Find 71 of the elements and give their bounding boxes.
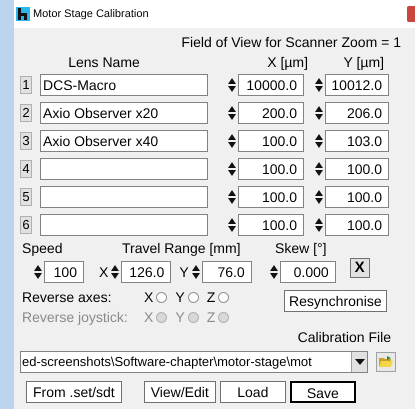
action-button[interactable]: From .set/sdt	[26, 381, 122, 403]
spinner-icon[interactable]	[315, 217, 323, 233]
radio-label: Z	[206, 308, 216, 326]
folder-icon	[379, 356, 393, 368]
radio-button[interactable]	[156, 292, 168, 302]
lens-name-field[interactable]: Axio Observer x20	[40, 102, 208, 124]
radio-label: Y	[175, 308, 185, 326]
lens-name-field[interactable]	[40, 214, 208, 236]
spinner-icon[interactable]	[228, 77, 236, 93]
row-number-button[interactable]: 4	[20, 160, 32, 178]
action-button[interactable]: Load	[220, 381, 286, 403]
radio-button[interactable]	[188, 292, 199, 302]
action-button[interactable]: Save	[290, 381, 356, 403]
spinner-icon[interactable]	[228, 105, 236, 121]
x-field[interactable]: 100.0	[238, 186, 304, 208]
y-field[interactable]: 103.0	[325, 130, 389, 152]
field-label: Calibration File	[298, 328, 391, 347]
option-label: Reverse axes:	[22, 288, 112, 306]
travel-y-field[interactable]: 76.0	[202, 261, 252, 283]
y-field[interactable]: 206.0	[325, 102, 389, 124]
lens-name-field[interactable]: Axio Observer x40	[40, 130, 208, 152]
spinner-icon[interactable]	[228, 133, 236, 149]
field-label: Y	[179, 262, 189, 282]
y-field[interactable]: 10012.0	[325, 74, 389, 96]
resynchronise-button[interactable]: Resynchronise	[284, 290, 387, 312]
x-field[interactable]: 200.0	[238, 102, 304, 124]
close-button[interactable]: X	[350, 258, 370, 278]
column-heading: Lens Name	[68, 52, 140, 72]
radio-label: X	[144, 308, 154, 326]
lens-name-field[interactable]: DCS-Macro	[40, 74, 208, 96]
row-number-button[interactable]: 5	[20, 188, 32, 206]
x-field[interactable]: 10000.0	[238, 74, 304, 96]
row-number-button[interactable]: 2	[20, 104, 32, 122]
x-field[interactable]: 100.0	[238, 158, 304, 180]
lens-name-field[interactable]	[40, 186, 208, 208]
spinner-icon[interactable]	[315, 161, 323, 177]
radio-label: Y	[175, 288, 185, 306]
column-heading: Y [µm]	[344, 52, 384, 72]
radio-button[interactable]	[218, 292, 230, 302]
field-label: Skew [°]	[275, 239, 327, 258]
field-label: Speed	[22, 239, 64, 258]
speed-field[interactable]: 100	[44, 261, 84, 283]
row-number-button[interactable]: 1	[20, 76, 32, 94]
spinner-icon[interactable]	[34, 264, 42, 280]
column-heading: X [µm]	[267, 52, 308, 72]
radio-label: Z	[206, 288, 216, 306]
spinner-icon[interactable]	[315, 189, 323, 205]
spinner-icon[interactable]	[315, 77, 323, 93]
action-button[interactable]: View/Edit	[144, 381, 216, 403]
row-number-button[interactable]: 6	[20, 216, 32, 234]
window-title: Motor Stage Calibration	[33, 6, 149, 22]
y-field[interactable]: 100.0	[325, 158, 389, 180]
y-field[interactable]: 100.0	[325, 186, 389, 208]
spinner-icon[interactable]	[315, 133, 323, 149]
spinner-icon[interactable]	[315, 105, 323, 121]
option-label: Reverse joystick:	[22, 308, 129, 327]
lens-name-field[interactable]	[40, 158, 208, 180]
column-group-heading: Field of View for Scanner Zoom = 1	[181, 33, 401, 52]
radio-label: X	[144, 288, 154, 306]
x-field[interactable]: 100.0	[238, 130, 304, 152]
spinner-icon[interactable]	[228, 161, 236, 177]
app-icon	[16, 7, 30, 21]
field-label: X	[99, 262, 108, 282]
skew-field[interactable]: 0.000	[280, 261, 336, 283]
travel-x-field[interactable]: 126.0	[121, 261, 172, 283]
row-number-button[interactable]: 3	[20, 132, 32, 150]
y-field[interactable]: 100.0	[325, 214, 389, 236]
spinner-icon[interactable]	[228, 189, 236, 205]
spinner-icon[interactable]	[228, 217, 236, 233]
x-field[interactable]: 100.0	[238, 214, 304, 236]
field-label: Travel Range [mm]	[122, 239, 242, 258]
